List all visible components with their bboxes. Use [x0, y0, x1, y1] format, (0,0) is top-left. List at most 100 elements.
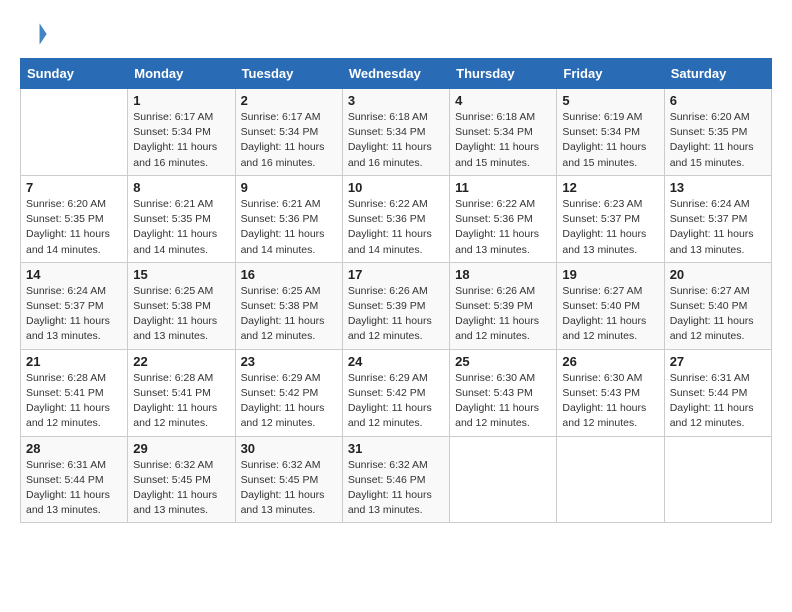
calendar-cell: 7Sunrise: 6:20 AMSunset: 5:35 PMDaylight…: [21, 175, 128, 262]
day-info: Sunrise: 6:20 AMSunset: 5:35 PMDaylight:…: [670, 110, 766, 171]
calendar-cell: 20 Sunrise: 6:27 AMSunset: 5:40 PMDayligh…: [664, 262, 771, 349]
day-number: 22: [133, 354, 229, 369]
calendar-table: SundayMondayTuesdayWednesdayThursdayFrid…: [20, 58, 772, 523]
calendar-cell: 29Sunrise: 6:32 AMSunset: 5:45 PMDayligh…: [128, 436, 235, 523]
day-info: Sunrise: 6:21 AMSunset: 5:36 PMDaylight:…: [241, 197, 337, 258]
day-of-week-header: Thursday: [450, 59, 557, 89]
day-number: 28: [26, 441, 122, 456]
calendar-cell: 25 Sunrise: 6:30 AMSunset: 5:43 PMDayligh…: [450, 349, 557, 436]
calendar-week-row: 1 Sunrise: 6:17 AMSunset: 5:34 PMDaylight…: [21, 89, 772, 176]
calendar-cell: 4Sunrise: 6:18 AMSunset: 5:34 PMDaylight…: [450, 89, 557, 176]
day-number: 10: [348, 180, 444, 195]
day-number: 12: [562, 180, 658, 195]
day-of-week-header: Monday: [128, 59, 235, 89]
calendar-cell: [664, 436, 771, 523]
day-number: 14: [26, 267, 122, 282]
day-info: Sunrise: 6:20 AMSunset: 5:35 PMDaylight:…: [26, 197, 122, 258]
day-number: 15: [133, 267, 229, 282]
calendar-cell: 5Sunrise: 6:19 AMSunset: 5:34 PMDaylight…: [557, 89, 664, 176]
day-number: 16: [241, 267, 337, 282]
day-of-week-header: Friday: [557, 59, 664, 89]
day-number: 1: [133, 93, 229, 108]
day-number: 25: [455, 354, 551, 369]
day-info: Sunrise: 6:27 AMSunset: 5:40 PMDaylight:…: [670, 284, 766, 345]
day-number: 3: [348, 93, 444, 108]
calendar-cell: [21, 89, 128, 176]
day-info: Sunrise: 6:28 AMSunset: 5:41 PMDaylight:…: [133, 371, 229, 432]
calendar-cell: 24 Sunrise: 6:29 AMSunset: 5:42 PMDayligh…: [342, 349, 449, 436]
calendar-cell: 14 Sunrise: 6:24 AMSunset: 5:37 PMDayligh…: [21, 262, 128, 349]
day-info: Sunrise: 6:26 AMSunset: 5:39 PMDaylight:…: [348, 284, 444, 345]
day-number: 27: [670, 354, 766, 369]
day-info: Sunrise: 6:17 AMSunset: 5:34 PMDaylight:…: [241, 110, 337, 171]
day-of-week-header: Tuesday: [235, 59, 342, 89]
day-number: 8: [133, 180, 229, 195]
calendar-cell: 8 Sunrise: 6:21 AMSunset: 5:35 PMDaylight…: [128, 175, 235, 262]
calendar-cell: 9 Sunrise: 6:21 AMSunset: 5:36 PMDaylight…: [235, 175, 342, 262]
day-number: 23: [241, 354, 337, 369]
day-number: 2: [241, 93, 337, 108]
day-info: Sunrise: 6:25 AMSunset: 5:38 PMDaylight:…: [241, 284, 337, 345]
calendar-cell: 6 Sunrise: 6:20 AMSunset: 5:35 PMDaylight…: [664, 89, 771, 176]
day-info: Sunrise: 6:28 AMSunset: 5:41 PMDaylight:…: [26, 371, 122, 432]
calendar-cell: 19 Sunrise: 6:27 AMSunset: 5:40 PMDayligh…: [557, 262, 664, 349]
calendar-cell: 11Sunrise: 6:22 AMSunset: 5:36 PMDayligh…: [450, 175, 557, 262]
day-info: Sunrise: 6:19 AMSunset: 5:34 PMDaylight:…: [562, 110, 658, 171]
day-number: 6: [670, 93, 766, 108]
day-of-week-header: Sunday: [21, 59, 128, 89]
calendar-cell: 27Sunrise: 6:31 AMSunset: 5:44 PMDayligh…: [664, 349, 771, 436]
day-number: 31: [348, 441, 444, 456]
day-number: 17: [348, 267, 444, 282]
day-info: Sunrise: 6:24 AMSunset: 5:37 PMDaylight:…: [26, 284, 122, 345]
calendar-cell: 17 Sunrise: 6:26 AMSunset: 5:39 PMDayligh…: [342, 262, 449, 349]
day-info: Sunrise: 6:24 AMSunset: 5:37 PMDaylight:…: [670, 197, 766, 258]
day-number: 11: [455, 180, 551, 195]
day-info: Sunrise: 6:30 AMSunset: 5:43 PMDaylight:…: [562, 371, 658, 432]
calendar-cell: 22 Sunrise: 6:28 AMSunset: 5:41 PMDayligh…: [128, 349, 235, 436]
day-number: 21: [26, 354, 122, 369]
calendar-week-row: 7Sunrise: 6:20 AMSunset: 5:35 PMDaylight…: [21, 175, 772, 262]
day-number: 19: [562, 267, 658, 282]
calendar-week-row: 21 Sunrise: 6:28 AMSunset: 5:41 PMDayligh…: [21, 349, 772, 436]
calendar-cell: 21 Sunrise: 6:28 AMSunset: 5:41 PMDayligh…: [21, 349, 128, 436]
day-info: Sunrise: 6:31 AMSunset: 5:44 PMDaylight:…: [26, 458, 122, 519]
day-info: Sunrise: 6:32 AMSunset: 5:46 PMDaylight:…: [348, 458, 444, 519]
calendar-cell: 31 Sunrise: 6:32 AMSunset: 5:46 PMDayligh…: [342, 436, 449, 523]
calendar-header-row: SundayMondayTuesdayWednesdayThursdayFrid…: [21, 59, 772, 89]
calendar-cell: 13 Sunrise: 6:24 AMSunset: 5:37 PMDayligh…: [664, 175, 771, 262]
day-number: 20: [670, 267, 766, 282]
day-number: 9: [241, 180, 337, 195]
calendar-week-row: 14 Sunrise: 6:24 AMSunset: 5:37 PMDayligh…: [21, 262, 772, 349]
day-number: 13: [670, 180, 766, 195]
day-number: 24: [348, 354, 444, 369]
day-info: Sunrise: 6:32 AMSunset: 5:45 PMDaylight:…: [133, 458, 229, 519]
calendar-cell: 12 Sunrise: 6:23 AMSunset: 5:37 PMDayligh…: [557, 175, 664, 262]
page-header: [20, 20, 772, 48]
day-info: Sunrise: 6:32 AMSunset: 5:45 PMDaylight:…: [241, 458, 337, 519]
day-info: Sunrise: 6:18 AMSunset: 5:34 PMDaylight:…: [348, 110, 444, 171]
day-info: Sunrise: 6:22 AMSunset: 5:36 PMDaylight:…: [348, 197, 444, 258]
day-info: Sunrise: 6:17 AMSunset: 5:34 PMDaylight:…: [133, 110, 229, 171]
logo: [20, 20, 52, 48]
calendar-cell: 30Sunrise: 6:32 AMSunset: 5:45 PMDayligh…: [235, 436, 342, 523]
day-number: 4: [455, 93, 551, 108]
calendar-cell: 1 Sunrise: 6:17 AMSunset: 5:34 PMDaylight…: [128, 89, 235, 176]
day-info: Sunrise: 6:26 AMSunset: 5:39 PMDaylight:…: [455, 284, 551, 345]
day-number: 18: [455, 267, 551, 282]
day-number: 26: [562, 354, 658, 369]
calendar-cell: 28 Sunrise: 6:31 AMSunset: 5:44 PMDayligh…: [21, 436, 128, 523]
day-of-week-header: Saturday: [664, 59, 771, 89]
calendar-cell: 18 Sunrise: 6:26 AMSunset: 5:39 PMDayligh…: [450, 262, 557, 349]
day-info: Sunrise: 6:23 AMSunset: 5:37 PMDaylight:…: [562, 197, 658, 258]
day-info: Sunrise: 6:29 AMSunset: 5:42 PMDaylight:…: [348, 371, 444, 432]
calendar-cell: [450, 436, 557, 523]
day-info: Sunrise: 6:25 AMSunset: 5:38 PMDaylight:…: [133, 284, 229, 345]
day-info: Sunrise: 6:30 AMSunset: 5:43 PMDaylight:…: [455, 371, 551, 432]
day-info: Sunrise: 6:27 AMSunset: 5:40 PMDaylight:…: [562, 284, 658, 345]
calendar-cell: [557, 436, 664, 523]
day-info: Sunrise: 6:21 AMSunset: 5:35 PMDaylight:…: [133, 197, 229, 258]
calendar-cell: 16 Sunrise: 6:25 AMSunset: 5:38 PMDayligh…: [235, 262, 342, 349]
calendar-cell: 3 Sunrise: 6:18 AMSunset: 5:34 PMDaylight…: [342, 89, 449, 176]
calendar-cell: 10 Sunrise: 6:22 AMSunset: 5:36 PMDayligh…: [342, 175, 449, 262]
calendar-cell: 2 Sunrise: 6:17 AMSunset: 5:34 PMDaylight…: [235, 89, 342, 176]
